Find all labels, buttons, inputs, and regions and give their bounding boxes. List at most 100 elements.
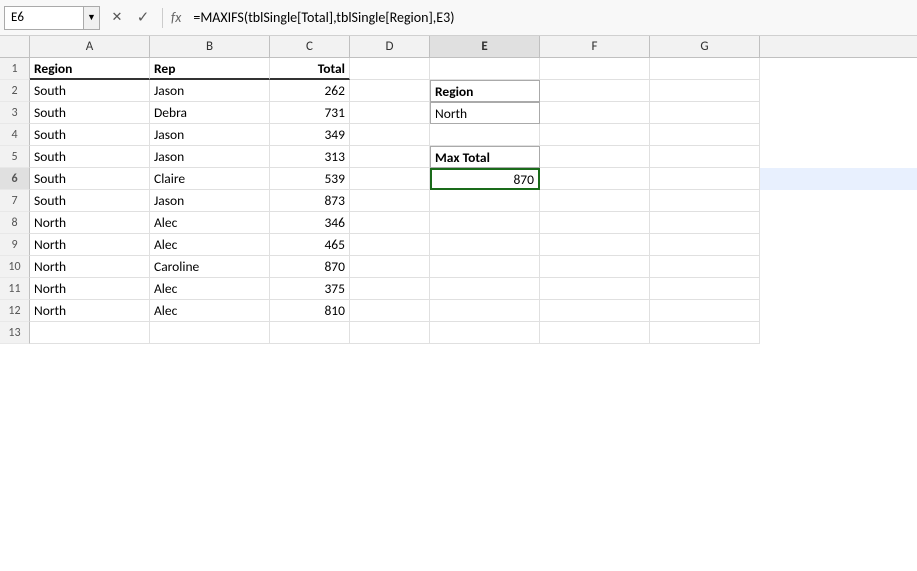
cell-g4[interactable] (650, 124, 760, 146)
cell-f4[interactable] (540, 124, 650, 146)
cell-g8[interactable] (650, 212, 760, 234)
cell-b4[interactable]: Jason (150, 124, 270, 146)
cell-f2[interactable] (540, 80, 650, 102)
row-num-11[interactable]: 11 (0, 278, 30, 300)
cell-b6[interactable]: Claire (150, 168, 270, 190)
cell-f5[interactable] (540, 146, 650, 168)
cell-f13[interactable] (540, 322, 650, 344)
cell-g12[interactable] (650, 300, 760, 322)
cell-b2[interactable]: Jason (150, 80, 270, 102)
confirm-icon[interactable]: ✓ (132, 7, 154, 29)
cell-d6[interactable] (350, 168, 430, 190)
cell-c4[interactable]: 349 (270, 124, 350, 146)
cell-f11[interactable] (540, 278, 650, 300)
row-num-9[interactable]: 9 (0, 234, 30, 256)
row-num-8[interactable]: 8 (0, 212, 30, 234)
cell-d12[interactable] (350, 300, 430, 322)
cell-g6[interactable] (650, 168, 760, 190)
cell-e6[interactable]: 870 (430, 168, 540, 190)
cell-c10[interactable]: 870 (270, 256, 350, 278)
cell-g9[interactable] (650, 234, 760, 256)
cell-g3[interactable] (650, 102, 760, 124)
cell-b9[interactable]: Alec (150, 234, 270, 256)
row-num-3[interactable]: 3 (0, 102, 30, 124)
cell-f10[interactable] (540, 256, 650, 278)
cell-b3[interactable]: Debra (150, 102, 270, 124)
row-num-10[interactable]: 10 (0, 256, 30, 278)
cell-g2[interactable] (650, 80, 760, 102)
cell-e2[interactable]: Region (430, 80, 540, 102)
row-num-12[interactable]: 12 (0, 300, 30, 322)
formula-input[interactable] (193, 9, 913, 26)
cell-a2[interactable]: South (30, 80, 150, 102)
cell-f3[interactable] (540, 102, 650, 124)
cell-e4[interactable] (430, 124, 540, 146)
cell-f8[interactable] (540, 212, 650, 234)
col-header-a[interactable]: A (30, 36, 150, 57)
col-header-c[interactable]: C (270, 36, 350, 57)
cell-c13[interactable] (270, 322, 350, 344)
row-num-4[interactable]: 4 (0, 124, 30, 146)
cell-e5[interactable]: Max Total (430, 146, 540, 168)
cell-g10[interactable] (650, 256, 760, 278)
row-num-13[interactable]: 13 (0, 322, 30, 344)
cell-b5[interactable]: Jason (150, 146, 270, 168)
cell-c7[interactable]: 873 (270, 190, 350, 212)
cell-d4[interactable] (350, 124, 430, 146)
cell-g11[interactable] (650, 278, 760, 300)
cell-b1[interactable]: Rep (150, 58, 270, 80)
cell-c8[interactable]: 346 (270, 212, 350, 234)
cell-e8[interactable] (430, 212, 540, 234)
col-header-b[interactable]: B (150, 36, 270, 57)
cell-f7[interactable] (540, 190, 650, 212)
cell-b8[interactable]: Alec (150, 212, 270, 234)
cell-c2[interactable]: 262 (270, 80, 350, 102)
cell-f6[interactable] (540, 168, 650, 190)
cell-f1[interactable] (540, 58, 650, 80)
cell-a5[interactable]: South (30, 146, 150, 168)
cell-f9[interactable] (540, 234, 650, 256)
cell-d5[interactable] (350, 146, 430, 168)
cell-a7[interactable]: South (30, 190, 150, 212)
row-num-7[interactable]: 7 (0, 190, 30, 212)
cell-a11[interactable]: North (30, 278, 150, 300)
cell-d10[interactable] (350, 256, 430, 278)
cell-b10[interactable]: Caroline (150, 256, 270, 278)
cell-a3[interactable]: South (30, 102, 150, 124)
cell-e11[interactable] (430, 278, 540, 300)
cell-e1[interactable] (430, 58, 540, 80)
cell-d1[interactable] (350, 58, 430, 80)
col-header-f[interactable]: F (540, 36, 650, 57)
cell-d13[interactable] (350, 322, 430, 344)
cell-a12[interactable]: North (30, 300, 150, 322)
cell-c12[interactable]: 810 (270, 300, 350, 322)
cell-a13[interactable] (30, 322, 150, 344)
row-num-6[interactable]: 6 (0, 168, 30, 190)
cell-d2[interactable] (350, 80, 430, 102)
cell-c5[interactable]: 313 (270, 146, 350, 168)
cell-e7[interactable] (430, 190, 540, 212)
cell-d7[interactable] (350, 190, 430, 212)
cell-a9[interactable]: North (30, 234, 150, 256)
cell-a8[interactable]: North (30, 212, 150, 234)
col-header-e[interactable]: E (430, 36, 540, 57)
cell-d3[interactable] (350, 102, 430, 124)
col-header-d[interactable]: D (350, 36, 430, 57)
col-header-g[interactable]: G (650, 36, 760, 57)
cell-b7[interactable]: Jason (150, 190, 270, 212)
cell-c9[interactable]: 465 (270, 234, 350, 256)
cell-a1[interactable]: Region (30, 58, 150, 80)
cell-d11[interactable] (350, 278, 430, 300)
row-num-2[interactable]: 2 (0, 80, 30, 102)
cell-b11[interactable]: Alec (150, 278, 270, 300)
cell-b13[interactable] (150, 322, 270, 344)
cell-c1[interactable]: Total (270, 58, 350, 80)
cell-g1[interactable] (650, 58, 760, 80)
cell-e12[interactable] (430, 300, 540, 322)
cell-c3[interactable]: 731 (270, 102, 350, 124)
cell-g5[interactable] (650, 146, 760, 168)
cell-reference-box[interactable]: E6 (4, 6, 84, 30)
row-num-5[interactable]: 5 (0, 146, 30, 168)
cell-f12[interactable] (540, 300, 650, 322)
cell-d9[interactable] (350, 234, 430, 256)
